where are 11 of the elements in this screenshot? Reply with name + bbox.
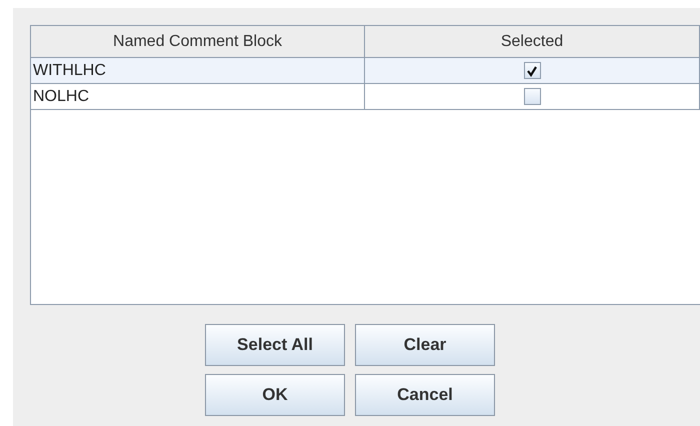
dialog-button[interactable]: Clear	[355, 324, 495, 366]
dialog-button[interactable]: Select All	[205, 324, 345, 366]
check-icon	[526, 64, 538, 76]
checkbox[interactable]	[524, 62, 540, 79]
checkbox[interactable]	[524, 88, 540, 105]
table-cell: NOLHC	[31, 84, 365, 110]
table-cell: WITHLHC	[31, 58, 365, 84]
column-header[interactable]: Selected	[365, 26, 700, 58]
dialog-button[interactable]: Cancel	[355, 374, 495, 416]
dialog-button[interactable]: OK	[205, 374, 345, 416]
column-header[interactable]: Named Comment Block	[31, 26, 365, 58]
